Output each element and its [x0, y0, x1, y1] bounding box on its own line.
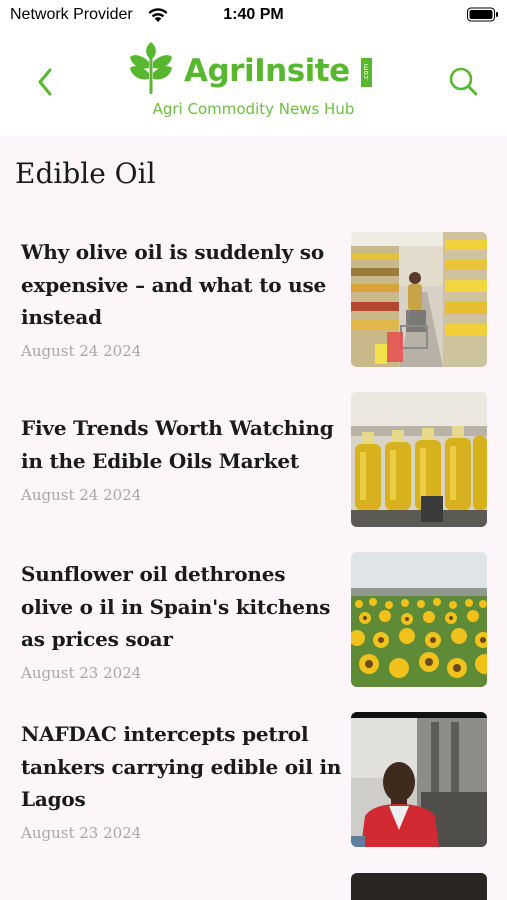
logo-wordmark: AgriInsite	[184, 53, 350, 89]
news-title[interactable]: Why olive oil is suddenly so expensive –…	[21, 236, 343, 334]
search-button[interactable]	[446, 64, 480, 98]
leaf-logo-icon	[130, 42, 172, 94]
status-time: 1:40 PM	[223, 6, 284, 23]
news-date: August 23 2024	[21, 664, 142, 682]
news-thumbnail-nafdac[interactable]	[351, 712, 487, 847]
chevron-left-icon	[38, 68, 52, 96]
logo-tagline: Agri Commodity News Hub	[152, 100, 355, 118]
app-logo: AgriInsite .com	[128, 40, 378, 102]
back-button[interactable]	[28, 62, 60, 102]
news-thumbnail-sunflower-field[interactable]	[351, 552, 487, 687]
news-date: August 24 2024	[21, 342, 142, 360]
page-title: Edible Oil	[15, 157, 156, 190]
news-title[interactable]: Sunflower oil dethrones olive o il in Sp…	[21, 558, 343, 656]
news-thumbnail-oil-bottles[interactable]	[351, 392, 487, 527]
news-thumbnail-supermarket[interactable]	[351, 232, 487, 367]
news-item[interactable]: NAFDAC intercepts petrol tankers carryin…	[0, 710, 507, 850]
news-date: August 23 2024	[21, 824, 142, 842]
logo-domain-suffix: .com	[361, 58, 372, 87]
battery-icon	[467, 7, 499, 27]
search-icon	[449, 67, 478, 96]
news-item[interactable]: Why olive oil is suddenly so expensive –…	[0, 228, 507, 368]
news-title[interactable]: NAFDAC intercepts petrol tankers carryin…	[21, 718, 343, 816]
news-item[interactable]: Five Trends Worth Watching in the Edible…	[0, 390, 507, 530]
news-title[interactable]: Five Trends Worth Watching in the Edible…	[21, 412, 343, 477]
status-bar: Network Provider 1:40 PM	[0, 0, 507, 32]
app-header: AgriInsite .com Agri Commodity News Hub	[0, 32, 507, 136]
news-item[interactable]: Sunflower oil dethrones olive o il in Sp…	[0, 550, 507, 690]
news-thumbnail-partial[interactable]	[351, 873, 487, 900]
news-date: August 24 2024	[21, 486, 142, 504]
